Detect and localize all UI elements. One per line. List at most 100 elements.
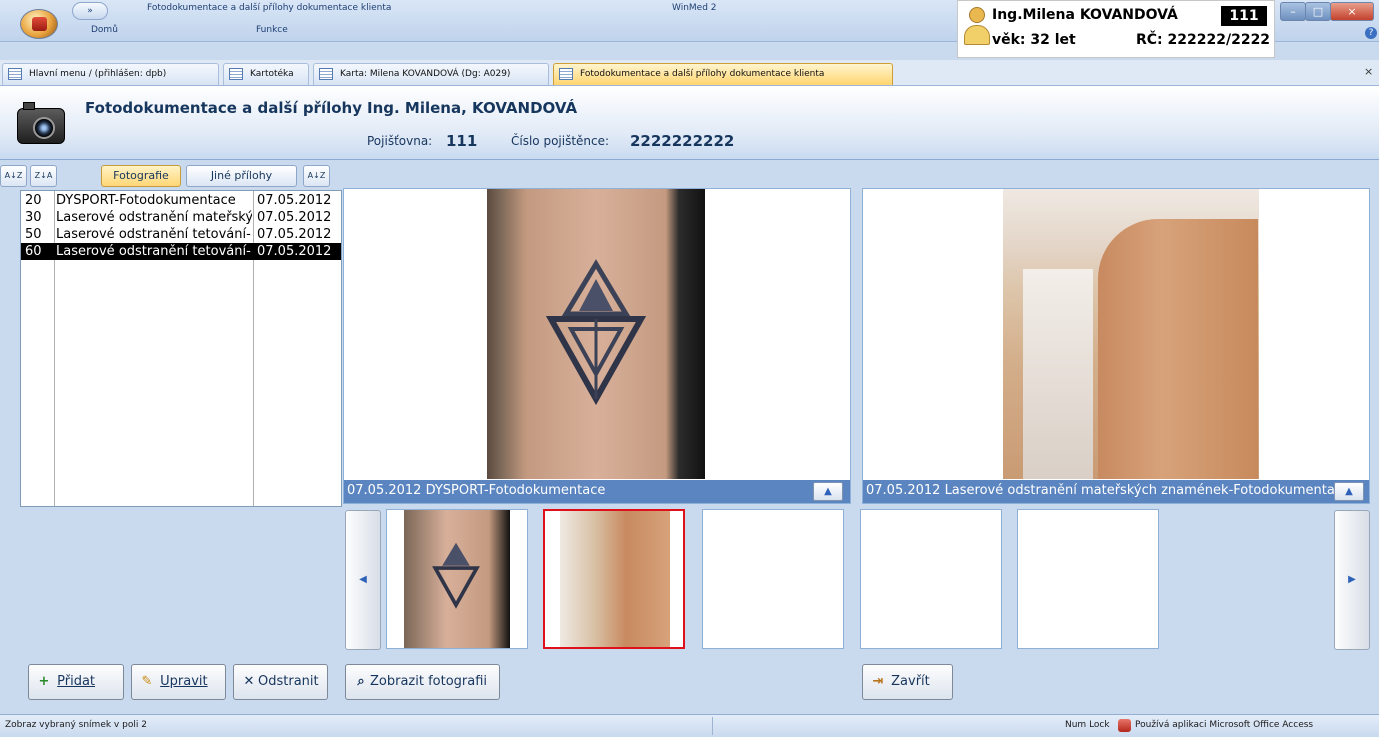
office-orb-button[interactable] [20, 9, 58, 39]
photo-caption-1: 07.05.2012 DYSPORT-Fotodokumentace ▲ [344, 480, 850, 503]
patient-rc: RČ: 222222/2222 [1136, 32, 1271, 48]
photo-panel-1[interactable]: 07.05.2012 DYSPORT-Fotodokumentace ▲ [343, 188, 851, 504]
form-icon [319, 68, 333, 80]
insured-number-label: Číslo pojištěnce: [511, 134, 610, 148]
form-icon [229, 68, 243, 80]
add-icon: + [38, 674, 50, 689]
thumbnail-1[interactable] [386, 509, 528, 649]
photo-list[interactable]: 20 DYSPORT-Fotodokumentace 07.05.2012 30 La… [20, 190, 342, 507]
view-photo-button[interactable]: ⌕ Zobrazit fotografii [345, 664, 500, 700]
sort-other-button[interactable]: A↓Z [303, 165, 330, 187]
tab-label: Karta: Milena KOVANDOVÁ (Dg: A029) [340, 69, 511, 79]
female-user-icon [964, 7, 990, 49]
quick-access-toolbar[interactable]: » [72, 2, 108, 20]
close-label: Zavřít [891, 674, 930, 689]
access-logo-icon [32, 17, 47, 31]
item-name: Laserové odstranění tetování- [56, 227, 251, 242]
status-bar: Zobraz vybraný snímek v poli 2 Num Lock … [0, 714, 1379, 737]
remove-button[interactable]: ✕ Odstranit [233, 664, 328, 700]
insurer-label: Pojišťovna: [367, 134, 433, 148]
add-button[interactable]: + Přidat [28, 664, 124, 700]
magnifier-icon: ⌕ [357, 674, 365, 689]
thumbnail-5[interactable] [1017, 509, 1159, 649]
view-label: Zobrazit fotografii [370, 674, 488, 689]
sort-ascending-button[interactable]: A↓Z [0, 165, 27, 187]
status-message: Zobraz vybraný snímek v poli 2 [5, 720, 147, 730]
pencil-icon: ✎ [141, 674, 153, 689]
ribbon-tab-functions[interactable]: Funkce [256, 25, 288, 35]
tab-photo-documentation[interactable]: Fotodokumentace a další přílohy dokument… [553, 63, 893, 85]
item-number: 50 [25, 227, 42, 242]
thumbnail-image [404, 510, 510, 648]
caption-text: 07.05.2012 DYSPORT-Fotodokumentace [347, 483, 606, 498]
photo-panel-2[interactable]: 07.05.2012 Laserové odstranění mateřskýc… [862, 188, 1370, 504]
numlock-indicator: Num Lock [1065, 720, 1110, 730]
patient-name: Ing.Milena KOVANDOVÁ [992, 7, 1178, 23]
page-title: Fotodokumentace a další přílohy [85, 99, 362, 117]
access-indicator: Používá aplikaci Microsoft Office Access [1135, 720, 1314, 730]
item-name: Laserové odstranění tetování- [56, 244, 251, 259]
exit-door-icon: ⇥ [872, 674, 884, 689]
item-date: 07.05.2012 [257, 227, 332, 242]
thumbnail-3[interactable] [702, 509, 844, 649]
ribbon-tab-home[interactable]: Domů [91, 25, 118, 35]
tab-main-menu[interactable]: Hlavní menu / (přihlášen: dpb) [2, 63, 219, 85]
tattoo-photo [487, 189, 705, 479]
item-date: 07.05.2012 [257, 210, 332, 225]
tab-card-index[interactable]: Kartotéka [223, 63, 309, 85]
form-header: Fotodokumentace a další přílohy Ing. Mil… [0, 86, 1379, 160]
patient-age: věk: 32 let [992, 32, 1076, 48]
tab-label: Kartotéka [250, 69, 294, 79]
close-window-button[interactable]: × [1330, 2, 1374, 21]
close-button[interactable]: ⇥ Zavřít [862, 664, 953, 700]
tab-other-attachments[interactable]: Jiné přílohy [186, 165, 297, 187]
tab-label: Hlavní menu / (přihlášen: dpb) [29, 69, 167, 79]
insurer-value: 111 [446, 132, 478, 150]
caption-text: 07.05.2012 Laserové odstranění mateřskýc… [866, 483, 1350, 498]
list-item[interactable]: 30 Laserové odstranění mateřský 07.05.2012 [21, 209, 341, 226]
maximize-button[interactable]: □ [1305, 2, 1331, 21]
move-up-button[interactable]: ▲ [1334, 482, 1364, 501]
document-tab-bar: Hlavní menu / (přihlášen: dpb) Kartotéka… [0, 60, 1379, 86]
office-access-icon [1118, 719, 1131, 732]
camera-icon [17, 102, 65, 144]
header-patient-name: Ing. Milena, KOVANDOVÁ [367, 99, 578, 117]
item-name: Laserové odstranění mateřský [56, 210, 252, 225]
list-toolbar: A↓Z Z↓A Fotografie Jiné přílohy A↓Z [0, 161, 345, 189]
item-number: 20 [25, 193, 42, 208]
list-item[interactable]: 50 Laserové odstranění tetování- 07.05.201… [21, 226, 341, 243]
item-name: DYSPORT-Fotodokumentace [56, 193, 236, 208]
item-date: 07.05.2012 [257, 193, 332, 208]
insurer-badge: 111 [1221, 6, 1267, 26]
sort-descending-button[interactable]: Z↓A [30, 165, 57, 187]
tab-photos[interactable]: Fotografie [101, 165, 181, 187]
item-number: 60 [25, 244, 42, 259]
close-tab-icon[interactable]: × [1364, 65, 1373, 78]
thumbnail-image [560, 511, 670, 647]
thumbnail-4[interactable] [860, 509, 1002, 649]
previous-thumbnails-button[interactable]: ◀ [345, 510, 381, 650]
thumbnail-2-selected[interactable] [543, 509, 685, 649]
window-controls: – □ × [1280, 2, 1376, 22]
add-label: Přidat [57, 674, 96, 689]
document-title: Fotodokumentace a další přílohy dokument… [147, 3, 392, 13]
shoulder-photo [1003, 189, 1259, 479]
form-icon [8, 68, 22, 80]
item-number: 30 [25, 210, 42, 225]
item-date: 07.05.2012 [257, 244, 332, 259]
form-icon [559, 68, 573, 80]
delete-icon: ✕ [243, 674, 255, 689]
help-icon[interactable]: ? [1365, 27, 1377, 39]
next-thumbnails-button[interactable]: ▶ [1334, 510, 1370, 650]
edit-label: Upravit [160, 674, 208, 689]
list-item-selected[interactable]: 60 Laserové odstranění tetování- 07.05.201… [21, 243, 341, 260]
photo-caption-2: 07.05.2012 Laserové odstranění mateřskýc… [863, 480, 1369, 503]
minimize-button[interactable]: – [1280, 2, 1306, 21]
edit-button[interactable]: ✎ Upravit [131, 664, 226, 700]
app-title: WinMed 2 [672, 3, 717, 13]
move-up-button[interactable]: ▲ [813, 482, 843, 501]
list-item[interactable]: 20 DYSPORT-Fotodokumentace 07.05.2012 [21, 192, 341, 209]
tab-label: Fotodokumentace a další přílohy dokument… [580, 69, 825, 79]
tab-patient-card[interactable]: Karta: Milena KOVANDOVÁ (Dg: A029) [313, 63, 549, 85]
insured-number-value: 2222222222 [630, 132, 735, 150]
